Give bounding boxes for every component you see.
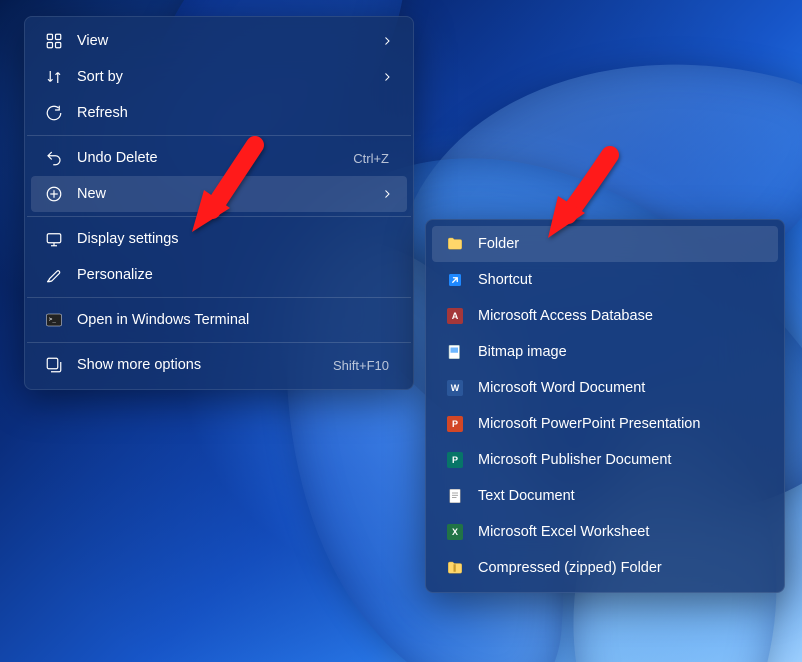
folder-icon xyxy=(446,235,464,253)
submenu-item-powerpoint[interactable]: P Microsoft PowerPoint Presentation xyxy=(432,406,778,442)
submenu-item-text[interactable]: Text Document xyxy=(432,478,778,514)
menu-label: Microsoft Access Database xyxy=(478,308,764,324)
view-icon xyxy=(45,32,63,50)
menu-shortcut: Ctrl+Z xyxy=(353,151,389,166)
context-menu-new-submenu: Folder Shortcut A Microsoft Access Datab… xyxy=(425,219,785,593)
menu-item-terminal[interactable]: >_ Open in Windows Terminal xyxy=(31,302,407,338)
menu-item-display-settings[interactable]: Display settings xyxy=(31,221,407,257)
menu-label: Sort by xyxy=(77,69,367,85)
submenu-item-publisher[interactable]: P Microsoft Publisher Document xyxy=(432,442,778,478)
menu-separator xyxy=(27,342,411,343)
menu-label: Refresh xyxy=(77,105,393,121)
submenu-item-zip[interactable]: Compressed (zipped) Folder xyxy=(432,550,778,586)
menu-item-sortby[interactable]: Sort by xyxy=(31,59,407,95)
menu-item-undo-delete[interactable]: Undo Delete Ctrl+Z xyxy=(31,140,407,176)
sort-icon xyxy=(45,68,63,86)
submenu-item-folder[interactable]: Folder xyxy=(432,226,778,262)
undo-icon xyxy=(45,149,63,167)
menu-label: Microsoft Word Document xyxy=(478,380,764,396)
menu-label: Text Document xyxy=(478,488,764,504)
menu-label: Bitmap image xyxy=(478,344,764,360)
menu-label: Open in Windows Terminal xyxy=(77,312,393,328)
menu-item-refresh[interactable]: Refresh xyxy=(31,95,407,131)
menu-separator xyxy=(27,297,411,298)
menu-label: Personalize xyxy=(77,267,393,283)
more-icon xyxy=(45,356,63,374)
submenu-item-word[interactable]: W Microsoft Word Document xyxy=(432,370,778,406)
word-icon: W xyxy=(446,379,464,397)
publisher-icon: P xyxy=(446,451,464,469)
menu-item-personalize[interactable]: Personalize xyxy=(31,257,407,293)
submenu-item-bitmap[interactable]: Bitmap image xyxy=(432,334,778,370)
shortcut-icon xyxy=(446,271,464,289)
chevron-right-icon xyxy=(381,188,393,200)
menu-label: Display settings xyxy=(77,231,393,247)
menu-label: Shortcut xyxy=(478,272,764,288)
menu-label: New xyxy=(77,186,367,202)
menu-label: Undo Delete xyxy=(77,150,339,166)
context-menu-main: View Sort by Refresh Undo Delete Ctrl+Z … xyxy=(24,16,414,390)
text-icon xyxy=(446,487,464,505)
submenu-item-excel[interactable]: X Microsoft Excel Worksheet xyxy=(432,514,778,550)
excel-icon: X xyxy=(446,523,464,541)
menu-label: Folder xyxy=(478,236,764,252)
zip-icon xyxy=(446,559,464,577)
new-icon xyxy=(45,185,63,203)
menu-separator xyxy=(27,135,411,136)
chevron-right-icon xyxy=(381,71,393,83)
display-icon xyxy=(45,230,63,248)
personalize-icon xyxy=(45,266,63,284)
access-icon: A xyxy=(446,307,464,325)
menu-label: Microsoft Excel Worksheet xyxy=(478,524,764,540)
menu-label: Microsoft Publisher Document xyxy=(478,452,764,468)
bitmap-icon xyxy=(446,343,464,361)
menu-item-view[interactable]: View xyxy=(31,23,407,59)
svg-text:>_: >_ xyxy=(49,316,57,323)
terminal-icon: >_ xyxy=(45,311,63,329)
menu-label: Show more options xyxy=(77,357,319,373)
submenu-item-access[interactable]: A Microsoft Access Database xyxy=(432,298,778,334)
powerpoint-icon: P xyxy=(446,415,464,433)
menu-shortcut: Shift+F10 xyxy=(333,358,389,373)
menu-label: View xyxy=(77,33,367,49)
menu-separator xyxy=(27,216,411,217)
submenu-item-shortcut[interactable]: Shortcut xyxy=(432,262,778,298)
refresh-icon xyxy=(45,104,63,122)
menu-label: Compressed (zipped) Folder xyxy=(478,560,764,576)
menu-item-new[interactable]: New xyxy=(31,176,407,212)
menu-label: Microsoft PowerPoint Presentation xyxy=(478,416,764,432)
chevron-right-icon xyxy=(381,35,393,47)
menu-item-more-options[interactable]: Show more options Shift+F10 xyxy=(31,347,407,383)
